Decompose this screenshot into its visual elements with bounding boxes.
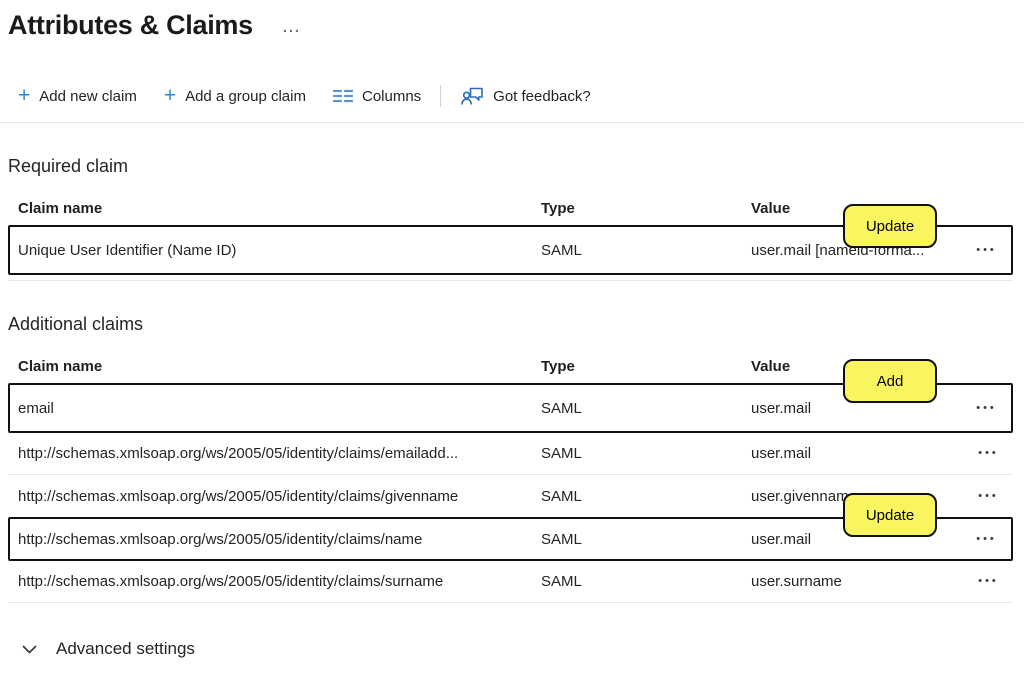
annotation-callout-add-email: Add xyxy=(843,359,937,403)
claim-name-cell: http://schemas.xmlsoap.org/ws/2005/05/id… xyxy=(18,573,541,590)
separator-line xyxy=(8,280,1013,281)
toolbar-rule xyxy=(0,122,1024,123)
attributes-claims-page: Attributes & Claims ··· + Add new claim … xyxy=(0,0,1024,673)
page-title: Attributes & Claims xyxy=(8,10,253,41)
columns-button[interactable]: Columns xyxy=(333,88,421,105)
plus-icon: + xyxy=(18,87,30,105)
type-cell: SAML xyxy=(541,400,751,417)
claim-name-cell: Unique User Identifier (Name ID) xyxy=(18,242,541,259)
add-new-claim-button[interactable]: + Add new claim xyxy=(18,87,137,105)
column-header-claim-name: Claim name xyxy=(18,200,541,217)
command-bar: + Add new claim + Add a group claim Colu… xyxy=(18,83,1024,109)
columns-icon xyxy=(333,89,353,103)
type-cell: SAML xyxy=(541,531,751,548)
add-group-claim-label: Add a group claim xyxy=(185,88,306,105)
type-cell: SAML xyxy=(541,445,751,462)
type-cell: SAML xyxy=(541,488,751,505)
column-header-type: Type xyxy=(541,200,751,217)
table-row-emailaddress[interactable]: http://schemas.xmlsoap.org/ws/2005/05/id… xyxy=(8,433,1013,475)
row-menu-icon[interactable]: ••• xyxy=(975,448,999,459)
additional-claims-heading: Additional claims xyxy=(8,314,1024,335)
type-cell: SAML xyxy=(541,242,751,259)
columns-label: Columns xyxy=(362,88,421,105)
add-group-claim-button[interactable]: + Add a group claim xyxy=(164,87,306,105)
advanced-settings-toggle[interactable]: Advanced settings xyxy=(22,639,1024,659)
required-claim-heading: Required claim xyxy=(8,156,1024,177)
plus-icon: + xyxy=(164,87,176,105)
value-cell: user.mail xyxy=(751,445,961,462)
annotation-callout-update-name: Update xyxy=(843,493,937,537)
row-menu-icon[interactable]: ••• xyxy=(973,245,997,256)
chevron-down-icon xyxy=(22,645,37,654)
more-ellipsis-icon[interactable]: ··· xyxy=(283,24,301,39)
column-header-type: Type xyxy=(541,358,751,375)
value-cell: user.surname xyxy=(751,573,961,590)
got-feedback-button[interactable]: Got feedback? xyxy=(461,87,591,106)
page-header: Attributes & Claims ··· xyxy=(0,0,1024,41)
table-row-surname[interactable]: http://schemas.xmlsoap.org/ws/2005/05/id… xyxy=(8,561,1013,603)
type-cell: SAML xyxy=(541,573,751,590)
column-header-claim-name: Claim name xyxy=(18,358,541,375)
advanced-settings-label: Advanced settings xyxy=(56,639,195,659)
row-menu-icon[interactable]: ••• xyxy=(973,534,997,545)
claim-name-cell: http://schemas.xmlsoap.org/ws/2005/05/id… xyxy=(18,488,541,505)
row-menu-icon[interactable]: ••• xyxy=(973,403,997,414)
claim-name-cell: http://schemas.xmlsoap.org/ws/2005/05/id… xyxy=(18,531,541,548)
feedback-icon xyxy=(461,87,484,106)
add-new-claim-label: Add new claim xyxy=(39,88,137,105)
annotation-callout-update-required: Update xyxy=(843,204,937,248)
row-menu-icon[interactable]: ••• xyxy=(975,491,999,502)
got-feedback-label: Got feedback? xyxy=(493,88,591,105)
claim-name-cell: email xyxy=(18,400,541,417)
toolbar-divider xyxy=(440,85,441,107)
claim-name-cell: http://schemas.xmlsoap.org/ws/2005/05/id… xyxy=(18,445,541,462)
row-menu-icon[interactable]: ••• xyxy=(975,576,999,587)
